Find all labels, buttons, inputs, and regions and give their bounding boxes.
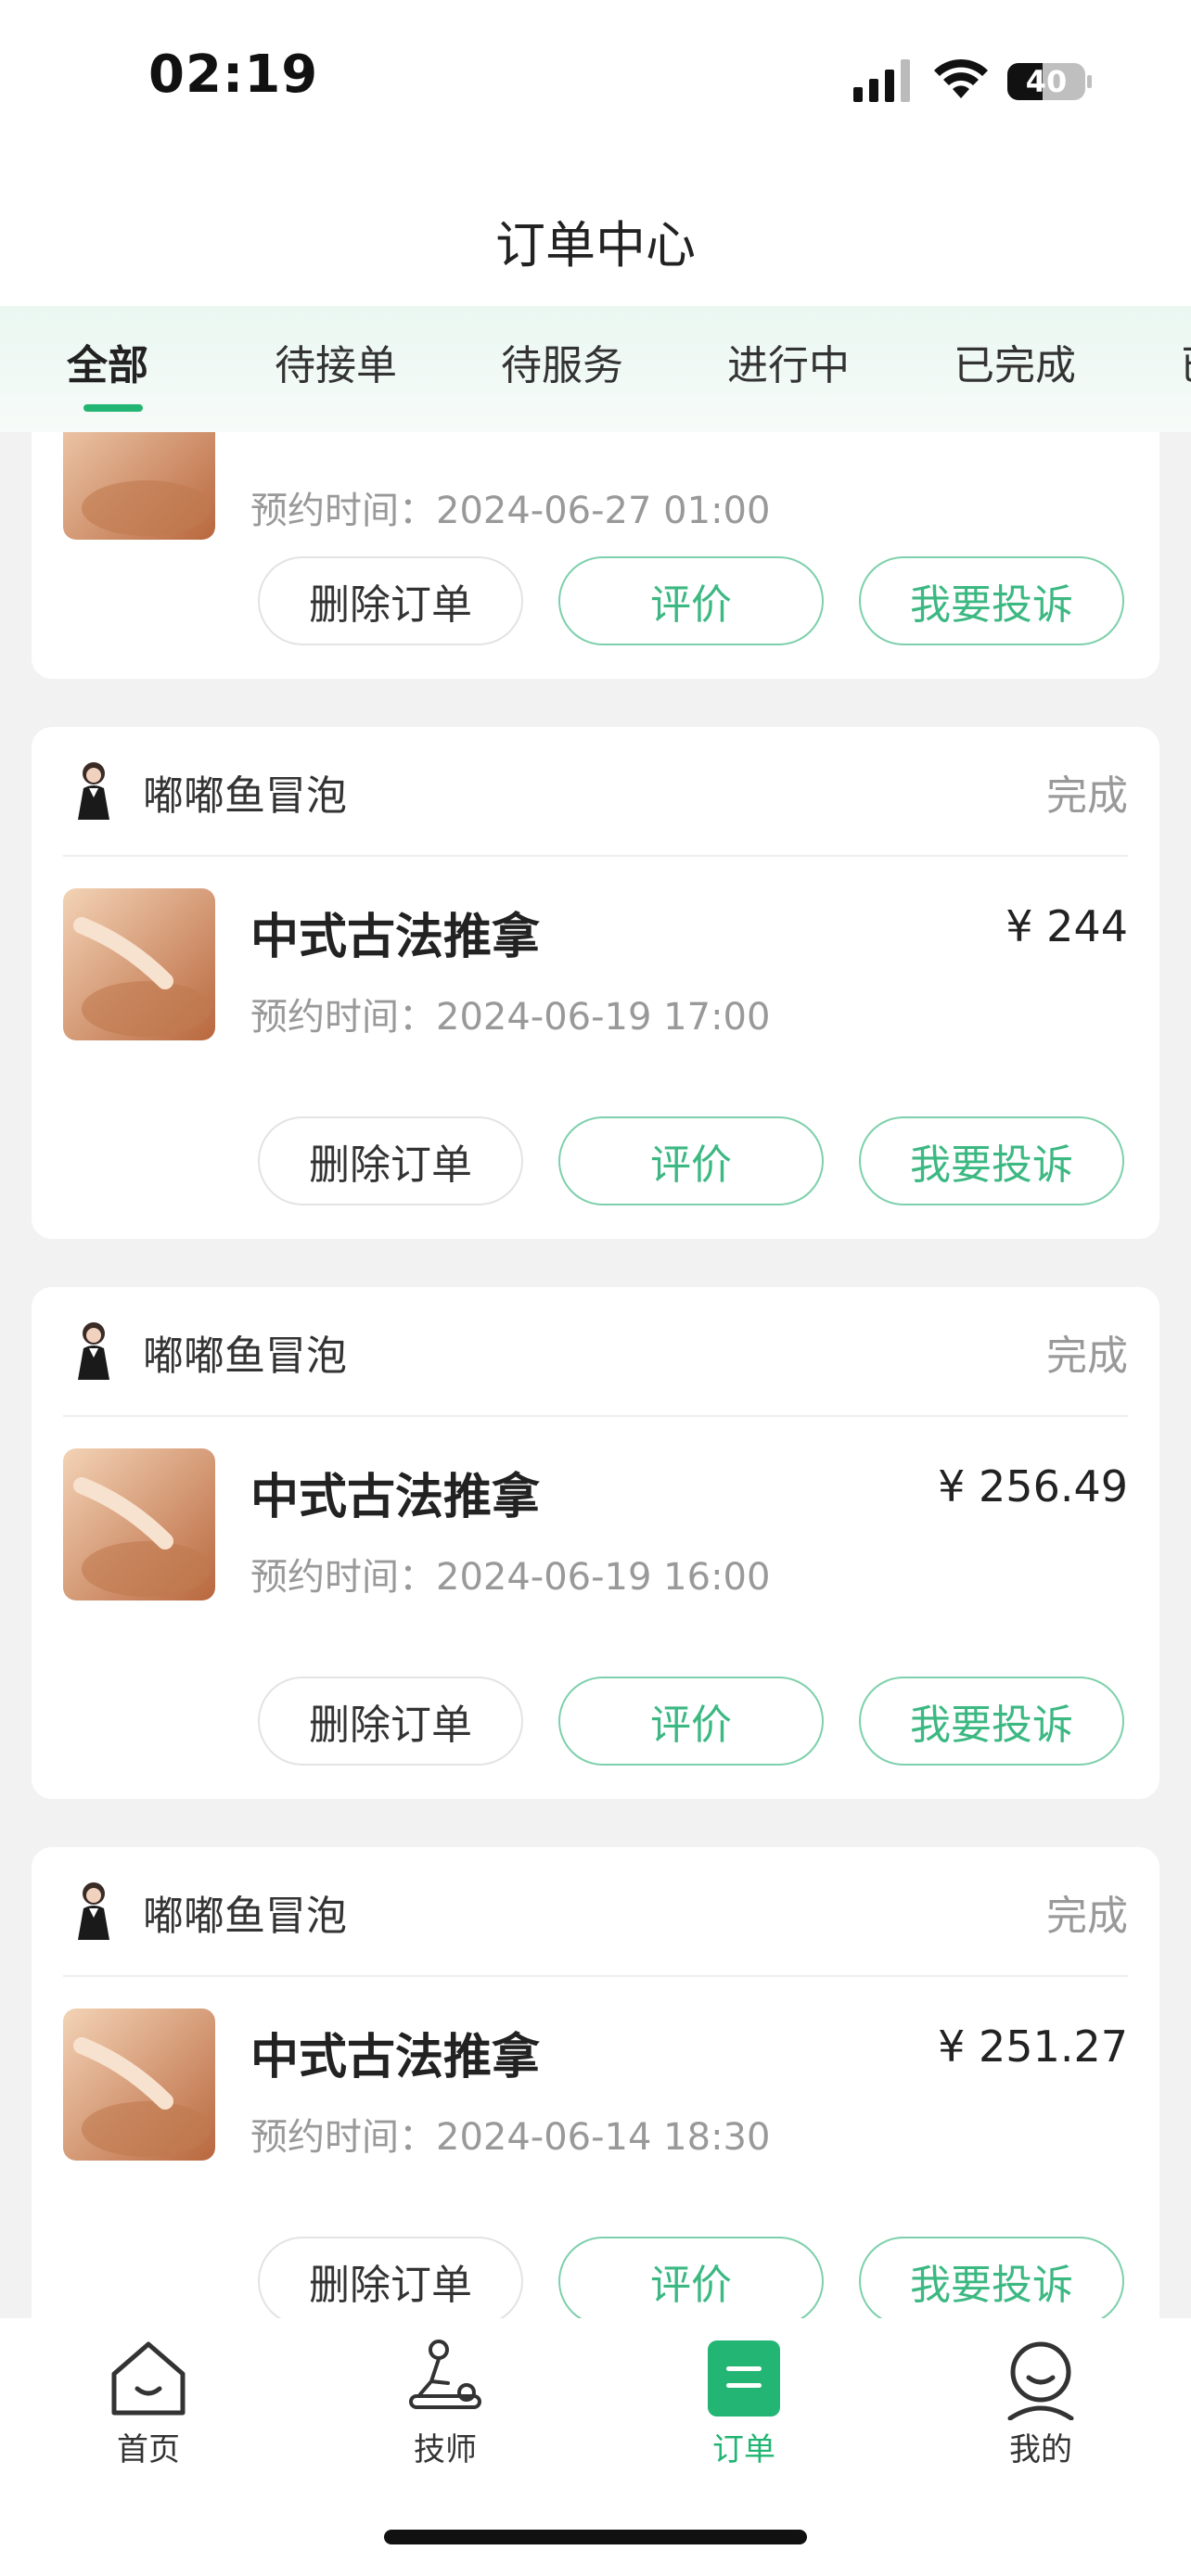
massage-therapist-icon <box>409 2340 481 2409</box>
service-name: 中式古法推拿 <box>250 1470 541 1525</box>
appointment-time: 预约时间：2024-06-19 16:00 <box>250 1556 771 1599</box>
review-button[interactable]: 评价 <box>558 1677 824 1766</box>
status-time: 02:19 <box>148 45 319 105</box>
appointment-time: 预约时间：2024-06-27 01:00 <box>250 490 771 532</box>
nav-label: 订单 <box>712 2431 775 2468</box>
merchant-name: 嘟嘟鱼冒泡 <box>143 1893 347 1940</box>
tab-pending-service[interactable]: 待服务 <box>501 332 623 391</box>
page-header: 订单中心 <box>0 158 1191 306</box>
card-divider <box>63 855 1128 857</box>
active-tab-indicator <box>83 404 143 412</box>
nav-label: 首页 <box>117 2431 180 2468</box>
page-title: 订单中心 <box>495 216 696 274</box>
review-button[interactable]: 评价 <box>558 556 824 645</box>
card-divider <box>63 1975 1128 1977</box>
order-icon <box>708 2340 780 2417</box>
tab-completed[interactable]: 已完成 <box>954 332 1076 391</box>
service-thumbnail <box>63 888 215 1040</box>
service-thumbnail <box>63 432 215 540</box>
merchant-avatar <box>78 1322 109 1380</box>
order-card: 预约时间：2024-06-27 01:00 删除订单 评价 我要投诉 <box>32 432 1159 679</box>
order-status: 完成 <box>1046 1893 1128 1940</box>
review-button[interactable]: 评价 <box>558 2237 824 2318</box>
complain-button[interactable]: 我要投诉 <box>859 556 1124 645</box>
home-icon <box>111 2341 186 2416</box>
tab-in-progress[interactable]: 进行中 <box>727 332 850 391</box>
nav-orders[interactable]: 订单 <box>651 2337 837 2469</box>
order-card: 嘟嘟鱼冒泡 完成 中式古法推拿 ¥ 244 预约时间：2024-06-19 17… <box>32 727 1159 1239</box>
complain-button[interactable]: 我要投诉 <box>859 2237 1124 2318</box>
nav-label: 我的 <box>1009 2431 1072 2468</box>
merchant-avatar <box>78 762 109 820</box>
nav-home[interactable]: 首页 <box>56 2337 241 2469</box>
status-bar: 02:19 40 <box>0 0 1191 158</box>
merchant-name: 嘟嘟鱼冒泡 <box>143 772 347 820</box>
appointment-time: 预约时间：2024-06-19 17:00 <box>250 996 771 1039</box>
complain-button[interactable]: 我要投诉 <box>859 1116 1124 1205</box>
order-card: 嘟嘟鱼冒泡 完成 中式古法推拿 ¥ 256.49 预约时间：2024-06-19… <box>32 1287 1159 1799</box>
complain-button[interactable]: 我要投诉 <box>859 1677 1124 1766</box>
service-name: 中式古法推拿 <box>250 910 541 965</box>
order-status: 完成 <box>1046 772 1128 820</box>
delete-order-button[interactable]: 删除订单 <box>258 1116 523 1205</box>
delete-order-button[interactable]: 删除订单 <box>258 2237 523 2318</box>
merchant-avatar <box>78 1882 109 1940</box>
nav-technician[interactable]: 技师 <box>352 2337 538 2469</box>
card-divider <box>63 1415 1128 1417</box>
wifi-icon <box>934 58 988 98</box>
cellular-signal-icon <box>853 59 910 102</box>
nav-label: 技师 <box>414 2431 477 2468</box>
order-price: ¥ 244 <box>1005 901 1128 951</box>
tab-all[interactable]: 全部 <box>67 332 148 391</box>
tab-pending-accept[interactable]: 待接单 <box>275 332 397 391</box>
home-indicator <box>384 2530 807 2544</box>
order-card: 嘟嘟鱼冒泡 完成 中式古法推拿 ¥ 251.27 预约时间：2024-06-14… <box>32 1847 1159 2318</box>
delete-order-button[interactable]: 删除订单 <box>258 1677 523 1766</box>
delete-order-button[interactable]: 删除订单 <box>258 556 523 645</box>
service-thumbnail <box>63 1448 215 1600</box>
battery-level: 40 <box>1025 64 1068 99</box>
battery-icon: 40 <box>1007 59 1093 104</box>
review-button[interactable]: 评价 <box>558 1116 824 1205</box>
tab-more[interactable]: 已 <box>1180 332 1191 391</box>
order-status: 完成 <box>1046 1333 1128 1380</box>
order-tabs: 全部 待接单 待服务 进行中 已完成 已 <box>0 306 1191 432</box>
merchant-name: 嘟嘟鱼冒泡 <box>143 1333 347 1380</box>
order-price: ¥ 256.49 <box>938 1461 1128 1511</box>
nav-profile[interactable]: 我的 <box>948 2337 1133 2469</box>
service-name: 中式古法推拿 <box>250 2030 541 2085</box>
service-thumbnail <box>63 2009 215 2161</box>
appointment-time: 预约时间：2024-06-14 18:30 <box>250 2116 771 2159</box>
profile-icon <box>1007 2341 1074 2420</box>
order-list: 预约时间：2024-06-27 01:00 删除订单 评价 我要投诉 嘟嘟鱼冒泡… <box>0 432 1191 2318</box>
order-price: ¥ 251.27 <box>938 2021 1128 2072</box>
